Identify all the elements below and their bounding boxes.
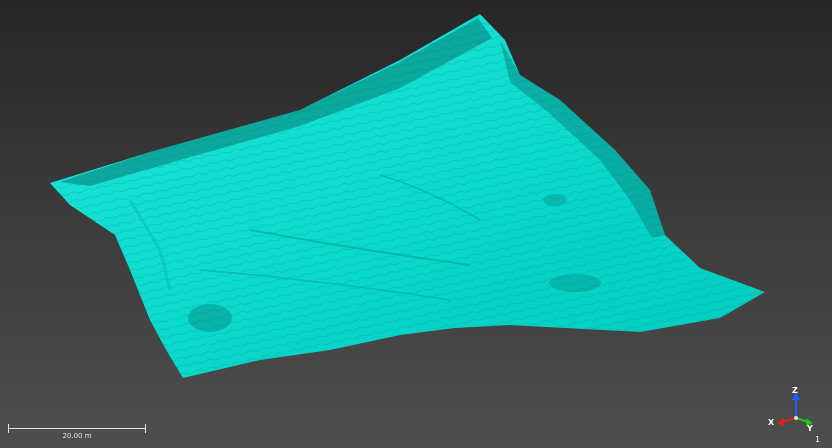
scale-bar-label: 20.00 m — [62, 432, 92, 440]
lock-indicator-icon[interactable]: 1 — [815, 435, 827, 447]
3d-viewport[interactable]: 20.00 m Z X Y 1 — [0, 0, 832, 448]
terrain-mesh[interactable] — [0, 0, 832, 448]
axis-z-label: Z — [792, 386, 798, 395]
axis-x-label: X — [768, 418, 775, 427]
indicator-text: 1 — [815, 435, 821, 444]
axis-y-label: Y — [807, 424, 813, 433]
scale-bar: 20.00 m — [8, 424, 146, 442]
scale-bar-line — [8, 428, 146, 429]
